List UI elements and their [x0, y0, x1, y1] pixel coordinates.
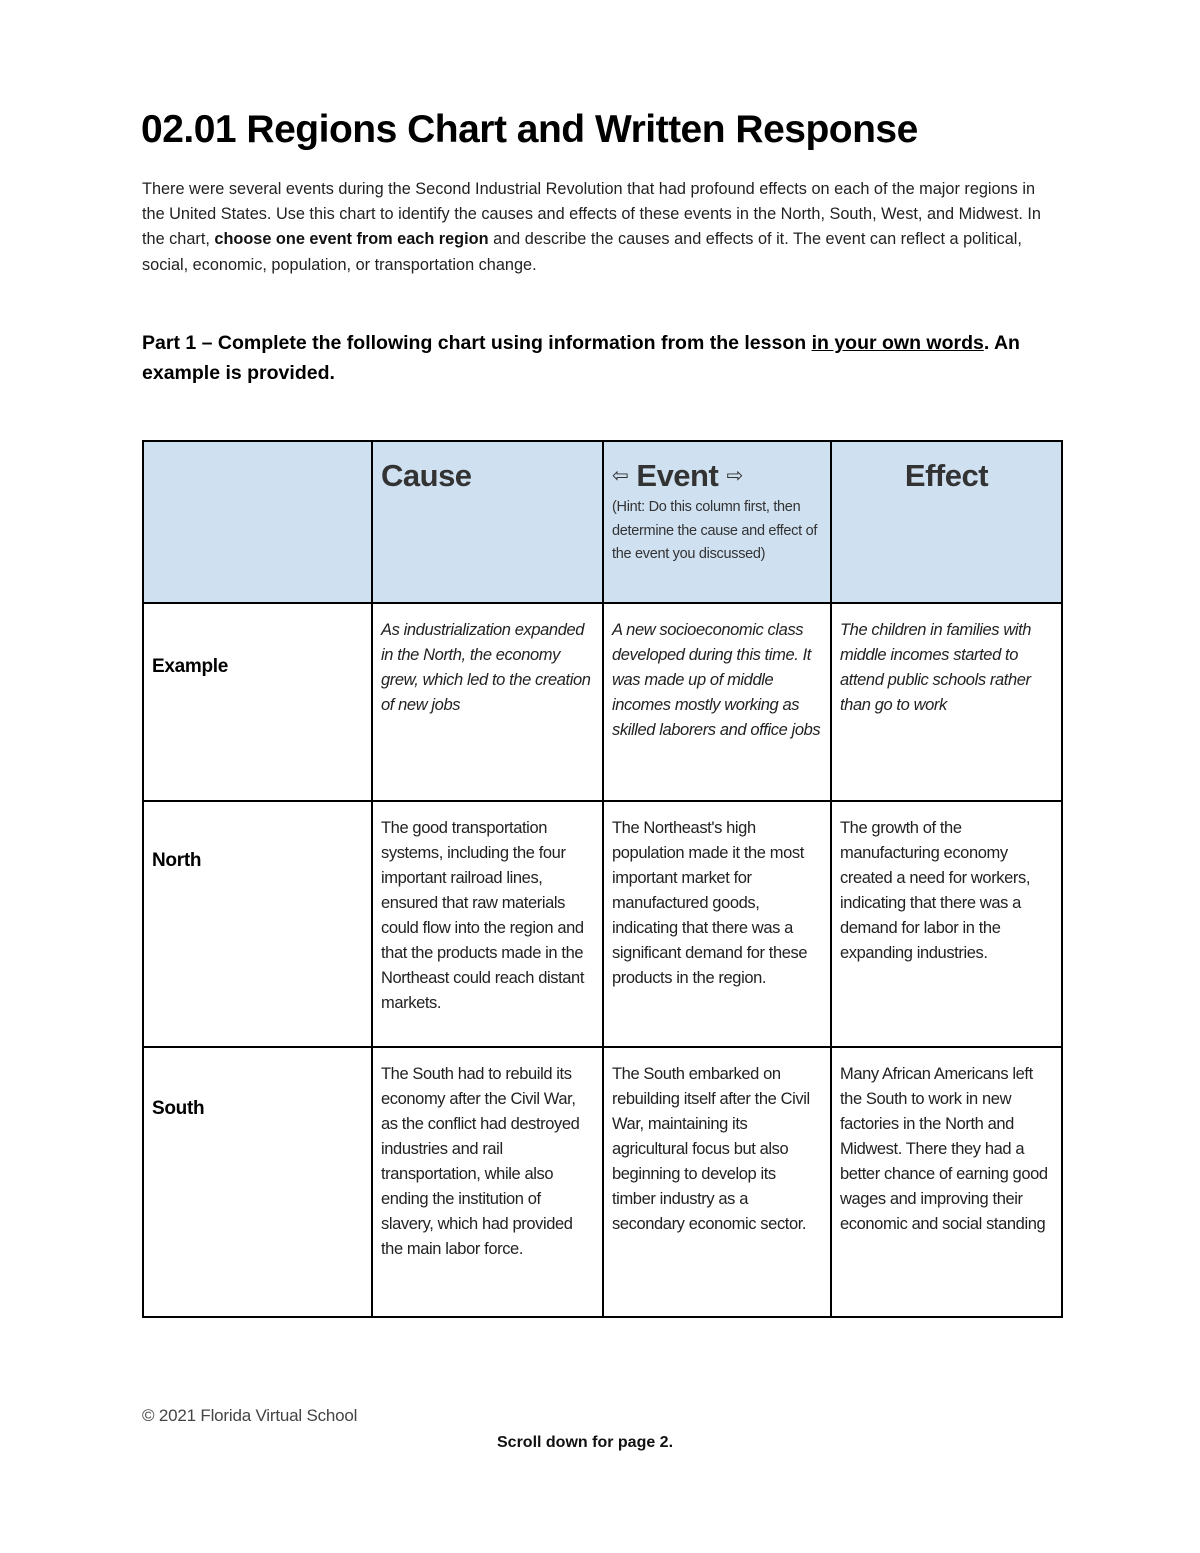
effect-cell[interactable]: Many African Americans left the South to… [830, 1046, 1063, 1318]
scroll-note: Scroll down for page 2. [497, 1434, 674, 1451]
intro-paragraph: There were several events during the Sec… [142, 177, 1062, 278]
part1-heading-underlined: in your own words [811, 332, 984, 354]
row-label: South [152, 1098, 205, 1119]
header-cell-effect: Effect [830, 440, 1063, 604]
row-label: North [152, 850, 202, 871]
row-label-cell: Example [142, 602, 373, 802]
header-cell-empty [142, 440, 373, 604]
table-row: North The good transportation systems, i… [142, 800, 1063, 1048]
table-row: South The South had to rebuild its econo… [142, 1046, 1063, 1318]
header-cell-cause: Cause [371, 440, 604, 604]
header-event-title: ⇦ Event ⇨ [612, 458, 822, 494]
intro-bold-instruction: choose one event from each region [214, 230, 489, 249]
effect-text: The growth of the manufacturing economy … [840, 819, 1031, 962]
event-cell[interactable]: A new socioeconomic class developed duri… [602, 602, 832, 802]
row-label: Example [152, 656, 229, 677]
effect-text: The children in families with middle inc… [840, 621, 1032, 714]
event-text: A new socioeconomic class developed duri… [612, 621, 821, 739]
effect-cell[interactable]: The children in families with middle inc… [830, 602, 1063, 802]
event-cell[interactable]: The Northeast's high population made it … [602, 800, 832, 1048]
copyright-notice: © 2021 Florida Virtual School [142, 1406, 358, 1425]
header-cause: Cause [381, 458, 472, 493]
part1-heading: Part 1 – Complete the following chart us… [142, 328, 1062, 388]
header-cell-event: ⇦ Event ⇨ (Hint: Do this column first, t… [602, 440, 832, 604]
cause-text: As industrialization expanded in the Nor… [381, 621, 591, 714]
effect-cell[interactable]: The growth of the manufacturing economy … [830, 800, 1063, 1048]
table-row: Example As industrialization expanded in… [142, 602, 1063, 802]
header-event: Event [636, 458, 719, 493]
cause-text: The South had to rebuild its economy aft… [381, 1065, 580, 1258]
cause-cell[interactable]: The good transportation systems, includi… [371, 800, 604, 1048]
row-label-cell: South [142, 1046, 373, 1318]
table-header-row: Cause ⇦ Event ⇨ (Hint: Do this column fi… [142, 440, 1063, 604]
cause-cell[interactable]: The South had to rebuild its economy aft… [371, 1046, 604, 1318]
event-cell[interactable]: The South embarked on rebuilding itself … [602, 1046, 832, 1318]
header-effect: Effect [904, 458, 989, 493]
left-arrow-icon: ⇦ [612, 465, 629, 487]
event-text: The Northeast's high population made it … [612, 819, 808, 987]
effect-text: Many African Americans left the South to… [840, 1065, 1048, 1233]
cause-text: The good transportation systems, includi… [381, 819, 585, 1012]
event-hint: (Hint: Do this column first, then determ… [612, 499, 818, 562]
right-arrow-icon: ⇨ [726, 465, 743, 487]
event-text: The South embarked on rebuilding itself … [612, 1065, 810, 1233]
part1-heading-text: Part 1 – Complete the following chart us… [142, 332, 812, 354]
cause-cell[interactable]: As industrialization expanded in the Nor… [371, 602, 604, 802]
row-label-cell: North [142, 800, 373, 1048]
regions-chart-table: Cause ⇦ Event ⇨ (Hint: Do this column fi… [142, 440, 1063, 1318]
page-title: 02.01 Regions Chart and Written Response [141, 108, 918, 151]
